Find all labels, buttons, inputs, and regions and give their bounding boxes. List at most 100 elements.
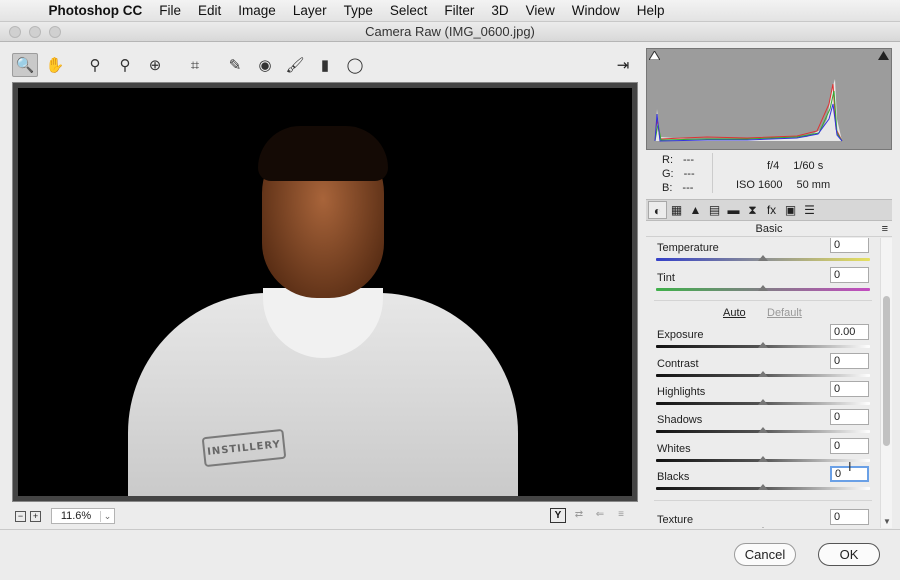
contrast-value-field[interactable]: 0 [830, 353, 869, 369]
blacks-slider-thumb[interactable] [758, 484, 768, 490]
zoom-in-button[interactable]: + [30, 510, 41, 522]
default-link[interactable]: Default [767, 307, 802, 319]
red-eye-tool-icon[interactable]: ◉ [252, 53, 278, 77]
tab-camera-calibration-icon[interactable]: ▣ [781, 201, 800, 219]
exposure-label: Exposure [657, 329, 704, 341]
temperature-value-field[interactable]: 0 [830, 238, 869, 253]
tint-slider-thumb[interactable] [758, 285, 768, 291]
swap-settings-icon[interactable]: ⇄ [571, 508, 587, 523]
auto-link[interactable]: Auto [723, 307, 746, 319]
menu-select[interactable]: Select [381, 3, 436, 18]
shadows-value-field[interactable]: 0 [830, 409, 869, 425]
auto-default-row: Auto Default [646, 307, 880, 323]
tint-slider-row: Tint 0 [646, 267, 880, 300]
zoom-level-value: 11.6% [60, 510, 92, 522]
highlight-clipping-warning-icon[interactable] [878, 51, 889, 60]
window-controls [9, 26, 61, 38]
highlights-slider-thumb[interactable] [758, 399, 768, 405]
panel-menu-icon[interactable]: ≡ [882, 221, 888, 237]
menu-image[interactable]: Image [230, 3, 285, 18]
radial-filter-icon[interactable]: ◯ [342, 53, 368, 77]
tint-value-field[interactable]: 0 [830, 267, 869, 283]
exposure-slider-thumb[interactable] [758, 342, 768, 348]
photo: INSTILLERY [18, 88, 632, 496]
tab-split-toning-icon[interactable]: ▬ [724, 201, 743, 219]
shadows-slider-thumb[interactable] [758, 427, 768, 433]
aperture-value: f/4 [767, 160, 780, 172]
ok-button[interactable]: OK [818, 543, 880, 566]
tab-presets-icon[interactable]: ☰ [800, 201, 819, 219]
crop-tool-icon[interactable]: ⌗ [182, 53, 208, 77]
zoom-controls: − + 11.6% ⌄ [15, 508, 115, 524]
panel-tabs: ◐ ▦ ▲ ▤ ▬ ⧗ fx ▣ ☰ [646, 199, 892, 221]
b-value: --- [682, 182, 694, 194]
tab-detail-icon[interactable]: ▲ [686, 201, 705, 219]
white-balance-tool-icon[interactable]: ⚲ [82, 53, 108, 77]
menu-filter[interactable]: Filter [436, 3, 483, 18]
histogram [646, 48, 892, 150]
zoom-level-select[interactable]: 11.6% ⌄ [51, 508, 115, 524]
close-window-button[interactable] [9, 26, 21, 38]
targeted-adjustment-tool-icon[interactable]: ⊕ [142, 53, 168, 77]
whites-slider-thumb[interactable] [758, 456, 768, 462]
texture-value-field[interactable]: 0 [830, 509, 869, 525]
highlights-label: Highlights [657, 386, 706, 398]
before-after-toggle-button[interactable]: Y [550, 508, 566, 523]
shadows-label: Shadows [657, 414, 703, 426]
zoom-tool-icon[interactable]: 🔍 [12, 53, 38, 77]
menu-app-name[interactable]: Photoshop CC [40, 3, 151, 18]
shadow-clipping-warning-icon[interactable] [648, 50, 661, 61]
tool-bar: 🔍 ✋ ⚲ ⚲ ⊕ ⌗ ✎ ◉ 🖌 ▮ ◯ [12, 52, 372, 78]
color-sampler-tool-icon[interactable]: ⚲ [112, 53, 138, 77]
menu-layer[interactable]: Layer [284, 3, 335, 18]
scrollbar-thumb[interactable] [883, 296, 890, 446]
tab-tone-curve-icon[interactable]: ▦ [667, 201, 686, 219]
panel-scrollbar[interactable]: ▼ [880, 238, 892, 528]
blacks-slider-row: Blacks 0 [646, 466, 880, 499]
cancel-button[interactable]: Cancel [734, 543, 796, 566]
image-preview[interactable]: INSTILLERY [12, 82, 638, 502]
tab-effects-icon[interactable]: fx [762, 201, 781, 219]
divider [654, 300, 872, 301]
menu-edit[interactable]: Edit [190, 3, 230, 18]
histogram-graph [654, 79, 843, 142]
menu-help[interactable]: Help [628, 3, 673, 18]
b-label: B: [662, 182, 673, 194]
spot-removal-tool-icon[interactable]: ✎ [222, 53, 248, 77]
tab-basic-icon[interactable]: ◐ [648, 201, 667, 219]
highlights-value-field[interactable]: 0 [830, 381, 869, 397]
menu-file[interactable]: File [151, 3, 190, 18]
tab-lens-corrections-icon[interactable]: ⧗ [743, 201, 762, 219]
minimize-window-button[interactable] [29, 26, 41, 38]
copy-settings-icon[interactable]: ⇐ [592, 508, 608, 523]
preview-preferences-icon[interactable]: ≡ [613, 508, 629, 523]
temperature-slider-thumb[interactable] [758, 255, 768, 261]
panel-header: Basic ≡ [646, 221, 892, 237]
g-label: G: [662, 168, 674, 180]
text-cursor-icon: I [848, 459, 852, 474]
whites-value-field[interactable]: 0 [830, 438, 869, 454]
focal-length-value: 50 mm [796, 179, 831, 191]
texture-slider-thumb[interactable] [758, 527, 768, 528]
hand-tool-icon[interactable]: ✋ [42, 53, 68, 77]
camera-settings: f/4 1/60 s ISO 1600 50 mm [736, 157, 830, 195]
menu-view[interactable]: View [517, 3, 563, 18]
contrast-label: Contrast [657, 358, 699, 370]
graduated-filter-icon[interactable]: ▮ [312, 53, 338, 77]
menu-window[interactable]: Window [563, 3, 628, 18]
zoom-window-button[interactable] [49, 26, 61, 38]
tab-hsl-icon[interactable]: ▤ [705, 201, 724, 219]
menu-3d[interactable]: 3D [483, 3, 517, 18]
adjustment-brush-icon[interactable]: 🖌 [282, 53, 308, 77]
texture-label: Texture [657, 514, 694, 526]
view-buttons: Y ⇄ ⇐ ≡ [550, 508, 629, 523]
whites-label: Whites [657, 443, 691, 455]
r-value: --- [683, 154, 694, 166]
exposure-value-field[interactable]: 0.00 [830, 324, 869, 340]
zoom-out-button[interactable]: − [15, 510, 26, 522]
menu-type[interactable]: Type [335, 3, 381, 18]
open-object-icon[interactable]: ⇥ [612, 54, 634, 76]
scroll-down-icon[interactable]: ▼ [883, 517, 891, 526]
contrast-slider-thumb[interactable] [758, 371, 768, 377]
chevron-down-icon: ⌄ [100, 510, 114, 522]
